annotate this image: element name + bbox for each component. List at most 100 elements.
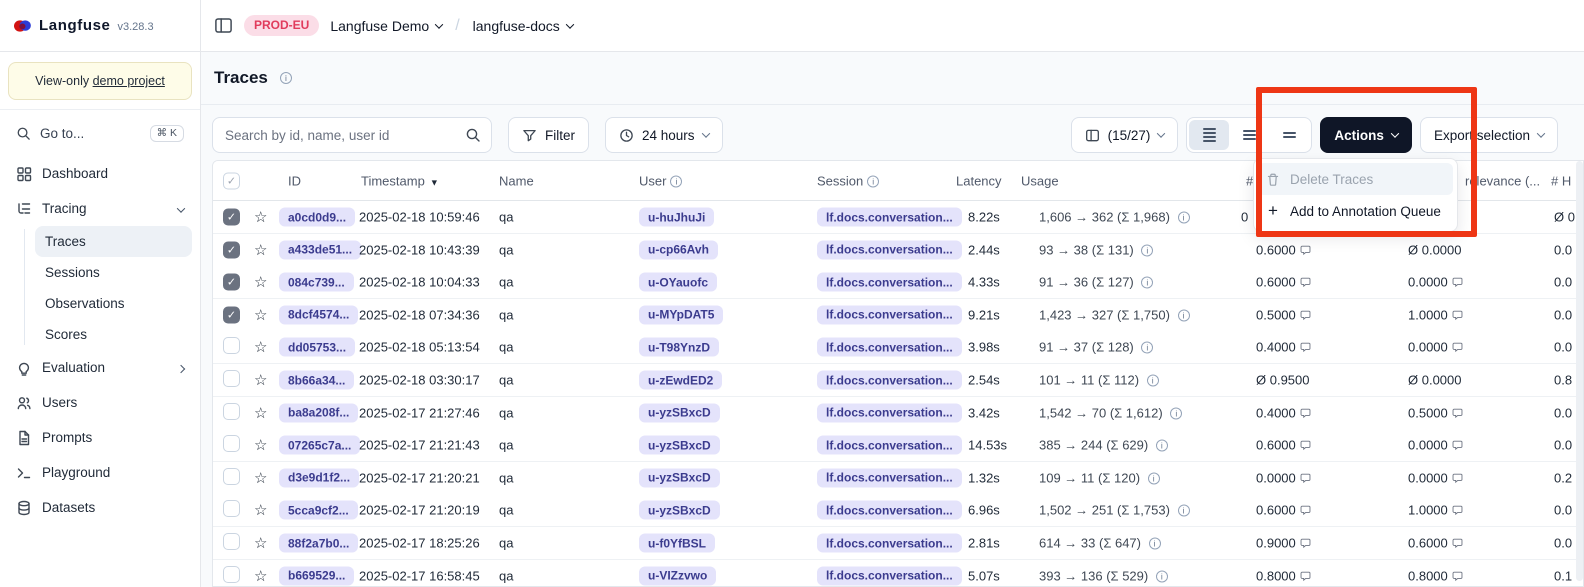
sidebar-item-sessions[interactable]: Sessions — [35, 257, 192, 288]
bookmark-star-icon[interactable]: ☆ — [254, 469, 267, 487]
search-icon[interactable] — [465, 127, 481, 143]
column-header-timestamp[interactable]: Timestamp▼ — [361, 173, 439, 188]
sidebar-item-prompts[interactable]: Prompts — [8, 420, 192, 455]
user-badge[interactable]: u-yzSBxcD — [639, 403, 720, 422]
sidebar-item-scores[interactable]: Scores — [35, 319, 192, 350]
session-badge[interactable]: lf.docs.conversation... — [817, 436, 962, 455]
sidebar-toggle-icon[interactable] — [214, 16, 233, 35]
trace-id-badge[interactable]: ba8a208f... — [279, 403, 358, 422]
sidebar-item-traces[interactable]: Traces — [35, 226, 192, 257]
filter-button[interactable]: Filter — [508, 117, 589, 153]
columns-button[interactable]: (15/27) — [1071, 117, 1179, 153]
menu-item-add-to-annotation-queue[interactable]: + Add to Annotation Queue — [1258, 195, 1453, 227]
row-height-compact-button[interactable] — [1189, 120, 1229, 150]
row-checkbox[interactable] — [223, 337, 240, 354]
session-badge[interactable]: lf.docs.conversation... — [817, 501, 962, 520]
user-badge[interactable]: u-OYauofc — [639, 273, 717, 292]
trace-id-badge[interactable]: a433de51... — [279, 240, 361, 259]
bookmark-star-icon[interactable]: ☆ — [254, 273, 267, 291]
row-checkbox[interactable] — [223, 403, 240, 420]
trace-id-badge[interactable]: a0cd0d9... — [279, 208, 355, 227]
table-row[interactable]: ☆b669529...2025-02-17 16:58:45qau-VIZzvw… — [213, 560, 1583, 587]
user-badge[interactable]: u-zEwdED2 — [639, 371, 722, 390]
bookmark-star-icon[interactable]: ☆ — [254, 208, 267, 226]
user-badge[interactable]: u-f0YfBSL — [639, 534, 715, 553]
trace-id-badge[interactable]: d3e9d1f2... — [279, 468, 359, 487]
row-checkbox[interactable]: ✓ — [223, 241, 240, 258]
table-row[interactable]: ☆07265c7a...2025-02-17 21:21:43qau-yzSBx… — [213, 429, 1583, 462]
table-row[interactable]: ☆88f2a7b0...2025-02-17 18:25:26qau-f0YfB… — [213, 527, 1583, 560]
time-range-button[interactable]: 24 hours — [605, 117, 723, 153]
column-header-name[interactable]: Name — [499, 173, 534, 188]
trace-id-badge[interactable]: b669529... — [279, 566, 354, 585]
sidebar-item-playground[interactable]: Playground — [8, 455, 192, 490]
trace-id-badge[interactable]: 5cca9cf2... — [279, 501, 358, 520]
row-checkbox[interactable] — [223, 435, 240, 452]
actions-button[interactable]: Actions — [1320, 117, 1412, 153]
bookmark-star-icon[interactable]: ☆ — [254, 306, 267, 324]
user-badge[interactable]: u-T98YnzD — [639, 338, 719, 357]
row-checkbox[interactable] — [223, 533, 240, 550]
trace-id-badge[interactable]: 8dcf4574... — [279, 305, 358, 324]
row-checkbox[interactable]: ✓ — [223, 306, 240, 323]
table-row[interactable]: ☆ba8a208f...2025-02-17 21:27:46qau-yzSBx… — [213, 397, 1583, 430]
session-badge[interactable]: lf.docs.conversation... — [817, 338, 962, 357]
project-selector[interactable]: langfuse-docs — [473, 18, 573, 34]
row-checkbox[interactable]: ✓ — [223, 274, 240, 291]
column-header-usage[interactable]: Usage — [1021, 173, 1059, 188]
session-badge[interactable]: lf.docs.conversation... — [817, 403, 962, 422]
trace-id-badge[interactable]: 07265c7a... — [279, 436, 360, 455]
select-all-checkbox[interactable]: ✓ — [223, 172, 240, 189]
bookmark-star-icon[interactable]: ☆ — [254, 338, 267, 356]
bookmark-star-icon[interactable]: ☆ — [254, 436, 267, 454]
sidebar-item-users[interactable]: Users — [8, 385, 192, 420]
row-height-tall-button[interactable] — [1269, 120, 1309, 150]
user-badge[interactable]: u-MYpDAT5 — [639, 305, 723, 324]
user-badge[interactable]: u-cp66Avh — [639, 240, 718, 259]
trace-id-badge[interactable]: 88f2a7b0... — [279, 534, 358, 553]
demo-project-link[interactable]: demo project — [93, 74, 165, 88]
table-row[interactable]: ✓☆084c739...2025-02-18 10:04:33qau-OYauo… — [213, 266, 1583, 299]
user-badge[interactable]: u-VIZzvwo — [639, 566, 716, 585]
sidebar-item-dashboard[interactable]: Dashboard — [8, 156, 192, 191]
user-badge[interactable]: u-yzSBxcD — [639, 501, 720, 520]
column-header-relevance[interactable]: relevance (... — [1465, 173, 1540, 188]
session-badge[interactable]: lf.docs.conversation... — [817, 566, 962, 585]
column-header-latency[interactable]: Latency — [956, 173, 1002, 188]
table-row[interactable]: ☆d3e9d1f2...2025-02-17 21:20:21qau-yzSBx… — [213, 462, 1583, 495]
session-badge[interactable]: lf.docs.conversation... — [817, 371, 962, 390]
session-badge[interactable]: lf.docs.conversation... — [817, 468, 962, 487]
trace-id-badge[interactable]: 8b66a34... — [279, 371, 354, 390]
user-badge[interactable]: u-huJhuJi — [639, 208, 714, 227]
row-checkbox[interactable]: ✓ — [223, 209, 240, 226]
column-header-session[interactable]: Sessioni — [817, 173, 879, 188]
goto-search[interactable]: Go to... ⌘ K — [8, 119, 192, 148]
sidebar-item-observations[interactable]: Observations — [35, 288, 192, 319]
row-checkbox[interactable] — [223, 370, 240, 387]
session-badge[interactable]: lf.docs.conversation... — [817, 273, 962, 292]
table-row[interactable]: ✓☆8dcf4574...2025-02-18 07:34:36qau-MYpD… — [213, 299, 1583, 332]
session-badge[interactable]: lf.docs.conversation... — [817, 240, 962, 259]
sidebar-item-evaluation[interactable]: Evaluation — [8, 350, 192, 385]
user-badge[interactable]: u-yzSBxcD — [639, 468, 720, 487]
row-checkbox[interactable] — [223, 500, 240, 517]
row-checkbox[interactable] — [223, 468, 240, 485]
session-badge[interactable]: lf.docs.conversation... — [817, 208, 962, 227]
table-row[interactable]: ✓☆a433de51...2025-02-18 10:43:39qau-cp66… — [213, 234, 1583, 267]
trace-id-badge[interactable]: 084c739... — [279, 273, 354, 292]
bookmark-star-icon[interactable]: ☆ — [254, 371, 267, 389]
column-header-user[interactable]: Useri — [639, 173, 682, 188]
bookmark-star-icon[interactable]: ☆ — [254, 404, 267, 422]
bookmark-star-icon[interactable]: ☆ — [254, 534, 267, 552]
sidebar-item-datasets[interactable]: Datasets — [8, 490, 192, 525]
export-selection-button[interactable]: Export selection — [1420, 117, 1558, 153]
trace-id-badge[interactable]: dd05753... — [279, 338, 355, 357]
vertical-scrollbar[interactable] — [1576, 161, 1583, 581]
org-selector[interactable]: Langfuse Demo — [330, 18, 442, 34]
session-badge[interactable]: lf.docs.conversation... — [817, 305, 962, 324]
user-badge[interactable]: u-yzSBxcD — [639, 436, 720, 455]
session-badge[interactable]: lf.docs.conversation... — [817, 534, 962, 553]
sidebar-item-tracing[interactable]: Tracing — [8, 191, 192, 226]
table-row[interactable]: ☆8b66a34...2025-02-18 03:30:17qau-zEwdED… — [213, 364, 1583, 397]
bookmark-star-icon[interactable]: ☆ — [254, 241, 267, 259]
